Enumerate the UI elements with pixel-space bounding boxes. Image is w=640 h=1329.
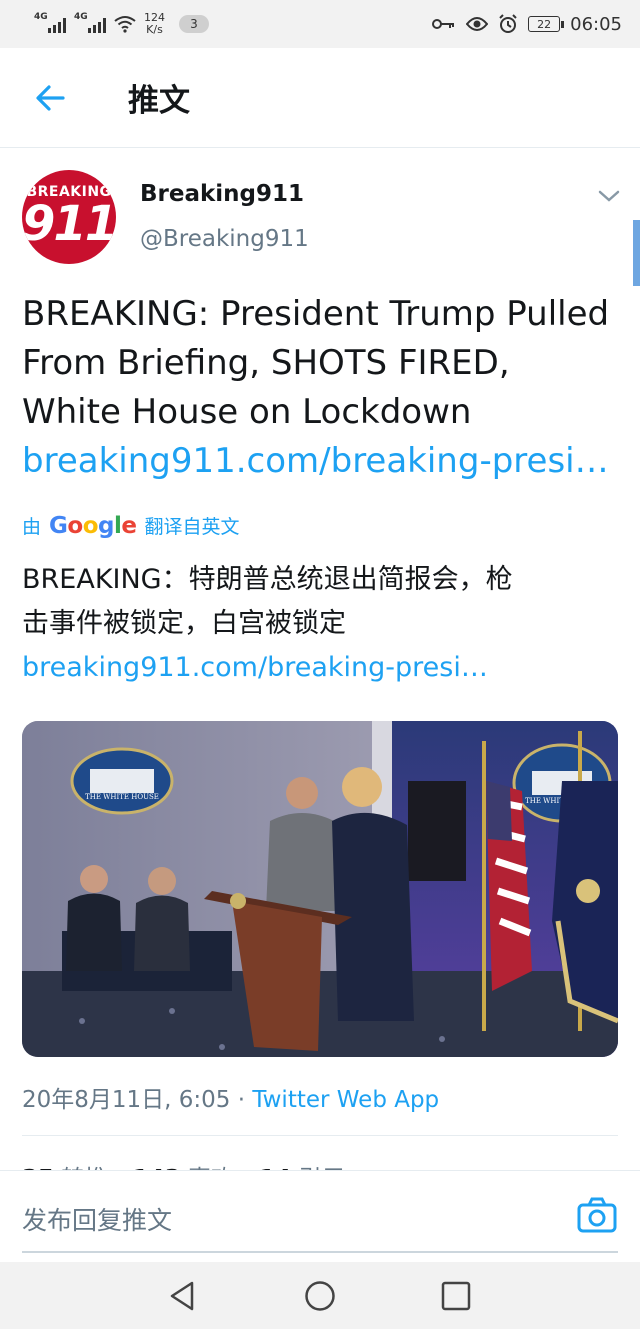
- seal-left-text: THE WHITE HOUSE: [85, 793, 159, 801]
- translated-text: BREAKING：特朗普总统退出简报会，枪击事件被锁定，白宫被锁定: [22, 564, 513, 639]
- clock: 06:05: [570, 13, 622, 35]
- battery-icon: 22: [528, 16, 565, 32]
- scroll-indicator: [633, 220, 640, 286]
- nav-home-icon[interactable]: [303, 1279, 337, 1313]
- tweet-stats: 35 转推 143 喜欢 14 引用: [22, 1159, 363, 1170]
- reply-input-underline: [22, 1251, 618, 1253]
- tweet-link[interactable]: breaking911.com/breaking-presi…: [22, 437, 618, 486]
- wifi-icon: [114, 16, 136, 33]
- signal-2-icon: 4G: [74, 12, 106, 33]
- network-speed: 124 K/s: [144, 12, 165, 36]
- translate-prefix: 由: [22, 516, 42, 538]
- translate-suffix: 翻译自英文: [144, 516, 240, 538]
- tweet-meta: 20年8月11日, 6:05 · Twitter Web App: [22, 1080, 439, 1114]
- avatar[interactable]: BREAKING 911: [22, 170, 116, 264]
- signal-1-label: 4G: [34, 12, 48, 22]
- back-button[interactable]: [0, 48, 100, 148]
- status-right: 22 06:05: [432, 14, 622, 35]
- tweet-text: BREAKING: President Trump Pulled From Br…: [22, 294, 610, 432]
- page-title: 推文: [128, 83, 190, 119]
- system-nav-bar: [0, 1262, 640, 1329]
- divider: [22, 1135, 618, 1136]
- reply-input[interactable]: 发布回复推文: [22, 1201, 172, 1237]
- alarm-icon: [499, 14, 517, 33]
- tweet-detail: BREAKING 911 Breaking911 @Breaking911 BR…: [0, 148, 640, 1170]
- briefing-room-illustration: THE WHITE HOUSE THE WHITE HOUSE: [22, 721, 618, 1057]
- avatar-logo-big-text: 911: [22, 196, 116, 252]
- app-bar: 推文: [0, 48, 640, 148]
- status-left: 4G 4G 124 K/s 3: [34, 12, 209, 36]
- signal-1-icon: 4G: [34, 12, 66, 33]
- tweet-media-photo[interactable]: THE WHITE HOUSE THE WHITE HOUSE: [22, 721, 618, 1057]
- battery-level: 22: [537, 17, 552, 31]
- reply-bar: 发布回复推文: [0, 1170, 640, 1262]
- translated-link[interactable]: breaking911.com/breaking-presi…: [22, 646, 522, 690]
- nav-recents-icon[interactable]: [439, 1279, 473, 1313]
- signal-2-label: 4G: [74, 12, 88, 22]
- tweet-source[interactable]: Twitter Web App: [252, 1087, 439, 1113]
- display-name[interactable]: Breaking911: [140, 181, 304, 207]
- key-icon: [432, 19, 455, 29]
- chevron-down-icon[interactable]: [596, 186, 622, 206]
- google-logo: Google: [49, 512, 137, 539]
- camera-icon[interactable]: [576, 1195, 618, 1237]
- translated-body: BREAKING：特朗普总统退出简报会，枪击事件被锁定，白宫被锁定 breaki…: [22, 558, 522, 690]
- network-speed-unit: K/s: [146, 23, 163, 36]
- notification-count-badge: 3: [179, 15, 209, 33]
- eye-icon: [466, 17, 489, 31]
- back-arrow-icon: [36, 84, 65, 111]
- status-bar: 4G 4G 124 K/s 3 22 06:05: [0, 0, 640, 48]
- nav-back-icon[interactable]: [166, 1279, 200, 1313]
- user-handle[interactable]: @Breaking911: [140, 226, 309, 252]
- translation-attribution[interactable]: 由 Google 翻译自英文: [22, 512, 240, 539]
- meta-separator: ·: [230, 1087, 253, 1113]
- tweet-timestamp: 20年8月11日, 6:05: [22, 1087, 231, 1113]
- tweet-body: BREAKING: President Trump Pulled From Br…: [22, 290, 618, 486]
